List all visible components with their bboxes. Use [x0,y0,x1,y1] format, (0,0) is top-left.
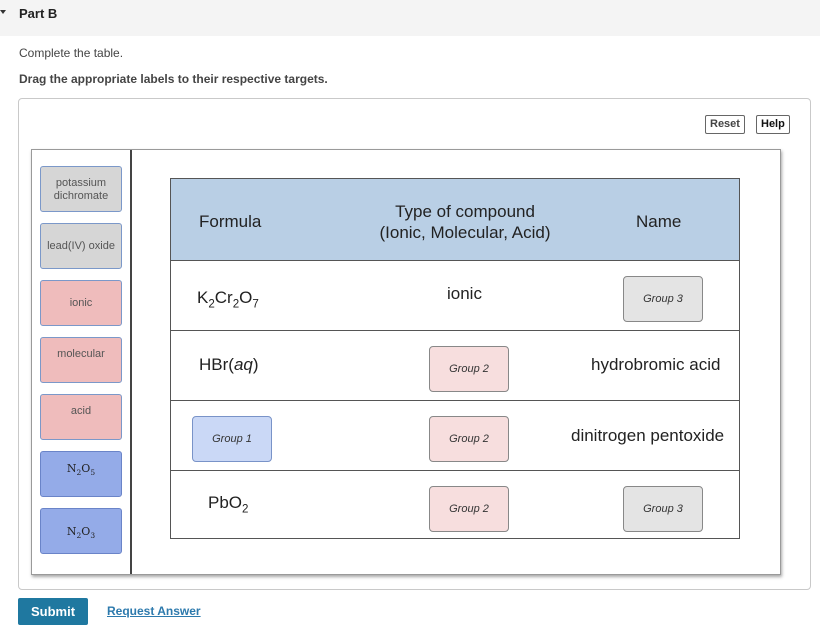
formula-text: HBr [199,355,229,374]
formula-text: PbO [208,493,243,512]
name-cell: dinitrogen pentoxide [571,426,725,445]
label-ionic[interactable]: ionic [40,280,122,326]
drop-target-name[interactable]: Group 3 [623,486,703,532]
table-row: Group 1 Group 2 dinitrogen pentoxide [171,401,739,471]
formula-cell: K2Cr2O7 [197,288,259,310]
header-name: Name [636,212,682,231]
header-formula: Formula [199,212,262,231]
reset-button[interactable]: Reset [705,115,745,134]
formula-cell: PbO2 [208,493,248,515]
part-title: Part B [19,6,58,21]
table-row: K2Cr2O7 ionic Group 3 [171,261,739,331]
formula-cell: HBr(aq) [199,355,259,375]
header-type-line2: (Ionic, Molecular, Acid) [379,223,551,242]
instruction-drag-text: Drag the appropriate labels to their res… [19,72,328,86]
header-type-line1: Type of compound [395,202,535,221]
formula-text: O [239,288,253,307]
header-type: Type of compound (Ionic, Molecular, Acid… [361,201,569,243]
formula-text: N [66,462,77,475]
drop-target-type[interactable]: Group 2 [429,416,509,462]
drop-target-type[interactable]: Group 2 [429,486,509,532]
label-n2o5[interactable]: N2O5 [40,451,122,497]
label-acid[interactable]: acid [40,394,122,440]
formula-subscript: 2 [242,503,249,516]
formula-text: O [81,525,91,538]
label-lead-iv-oxide[interactable]: lead(IV) oxide [40,223,122,269]
submit-button[interactable]: Submit [18,598,88,625]
drop-target-type[interactable]: Group 2 [429,346,509,392]
activity-canvas: potassium dichromate lead(IV) oxide ioni… [31,149,781,575]
table-row: HBr(aq) Group 2 hydrobromic acid [171,331,739,401]
formula-subscript: 3 [90,531,96,541]
name-cell: hydrobromic acid [591,355,721,374]
compound-table: Formula Type of compound (Ionic, Molecul… [170,178,740,539]
table-header: Formula Type of compound (Ionic, Molecul… [171,179,739,261]
formula-subscript: 7 [252,298,259,311]
request-answer-link[interactable]: Request Answer [107,604,201,618]
table-row: PbO2 Group 2 Group 3 [171,471,739,539]
formula-text: O [81,462,91,475]
drop-target-formula[interactable]: Group 1 [192,416,272,462]
formula-subscript: 5 [90,468,96,478]
label-n2o3[interactable]: N2O3 [40,508,122,554]
help-button[interactable]: Help [756,115,790,134]
label-potassium-dichromate[interactable]: potassium dichromate [40,166,122,212]
caret-down-icon[interactable] [0,10,6,14]
formula-state: aq [233,355,253,374]
label-palette: potassium dichromate lead(IV) oxide ioni… [32,150,132,574]
formula-text: Cr [214,288,233,307]
formula-text: ) [252,355,259,374]
formula-text: K [197,288,209,307]
drag-drop-activity: Reset Help potassium dichromate lead(IV)… [18,98,811,590]
part-header[interactable]: Part B [0,0,820,36]
instruction-text: Complete the table. [19,46,124,60]
drop-target-name[interactable]: Group 3 [623,276,703,322]
label-molecular[interactable]: molecular [40,337,122,383]
formula-text: N [66,525,77,538]
type-cell: ionic [447,284,482,303]
